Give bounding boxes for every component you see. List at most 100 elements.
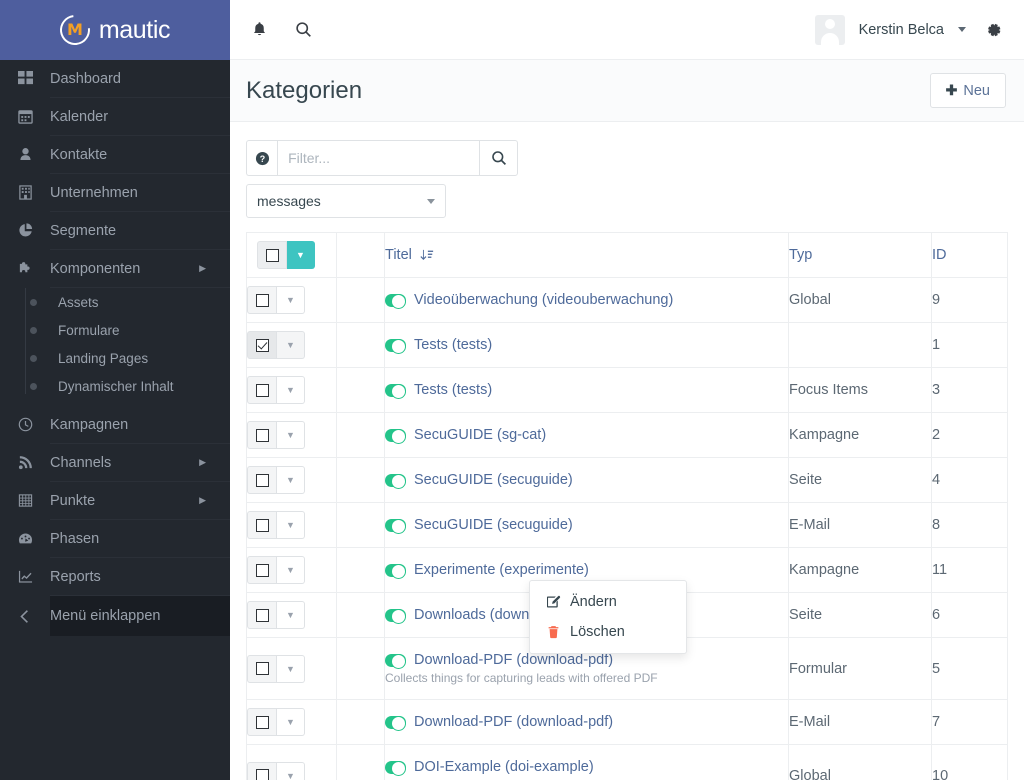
search-icon[interactable] [290,17,316,43]
publish-toggle[interactable] [385,428,406,444]
brand-logo-area[interactable]: M mautic [0,0,230,60]
sidebar-item-assets[interactable]: Assets [30,288,230,316]
new-button[interactable]: ✚ Neu [929,73,1006,108]
row-checkbox[interactable] [247,376,277,404]
search-submit-button[interactable] [479,140,518,176]
row-checkbox[interactable] [247,466,277,494]
category-title-link[interactable]: Videoüberwachung (videouberwachung) [414,292,673,308]
sidebar-item-phasen[interactable]: Phasen [18,520,230,558]
row-checkbox[interactable] [247,708,277,736]
row-checkbox[interactable] [247,421,277,449]
table-row[interactable]: ▼ SecuGUIDE (sg-cat) Kampagne 2 [246,412,1008,458]
bundle-select[interactable]: messages [246,184,446,218]
sidebar-item-kalender[interactable]: Kalender [17,98,230,136]
th-type[interactable]: Typ [788,232,932,278]
row-actions-caret-icon[interactable]: ▼ [277,556,305,584]
row-actions-caret-icon[interactable]: ▼ [277,466,305,494]
sidebar-item-formulare[interactable]: Formulare [30,316,230,344]
publish-toggle[interactable] [385,383,406,399]
sidebar-collapse-menu[interactable]: Menü einklappen [19,596,230,636]
publish-toggle[interactable] [385,715,406,731]
row-checkbox[interactable] [247,286,277,314]
row-checkbox[interactable] [247,761,277,780]
publish-toggle[interactable] [385,608,406,624]
gear-icon[interactable] [980,17,1006,43]
category-title-link[interactable]: Download-PDF (download-pdf) [414,652,613,668]
category-title-link[interactable]: SecuGUIDE (sg-cat) [414,427,546,443]
row-type-cell: E-Mail [788,502,932,548]
select-all-checkbox[interactable] [257,241,287,269]
row-actions-caret-icon[interactable]: ▼ [277,511,305,539]
bell-icon[interactable] [246,17,272,43]
row-checkbox[interactable] [247,331,277,359]
row-checkbox[interactable] [247,601,277,629]
table-row[interactable]: ▼ SecuGUIDE (secuguide) Seite 4 [246,457,1008,503]
sidebar-item-dynamischer-inhalt[interactable]: Dynamischer Inhalt [30,372,230,400]
category-title-link[interactable]: Download-PDF (download-pdf) [414,714,613,730]
publish-toggle[interactable] [385,760,406,776]
th-id[interactable]: ID [931,232,1008,278]
search-input[interactable] [277,140,480,176]
sidebar-item-segmente[interactable]: Segmente [18,212,230,250]
row-actions-caret-icon[interactable]: ▼ [277,421,305,449]
user-name[interactable]: Kerstin Belca [859,22,944,38]
row-actions-caret-icon[interactable]: ▼ [277,761,305,780]
table-row[interactable]: ▼ Tests (tests) Focus Items 3 [246,367,1008,413]
row-checkbox[interactable] [247,654,277,683]
row-checkbox[interactable] [247,511,277,539]
row-actions-caret-icon[interactable]: ▼ [277,654,305,683]
category-title-link[interactable]: Tests (tests) [414,382,492,398]
sidebar-item-channels[interactable]: Channels ▶ [18,444,230,482]
sidebar-item-landing-pages[interactable]: Landing Pages [30,344,230,372]
row-id-cell: 10 [931,744,1008,780]
row-select-group: ▼ [247,466,305,494]
sidebar-item-kontakte[interactable]: Kontakte [19,136,230,174]
category-title-link[interactable]: DOI-Example (doi-example) [414,759,594,775]
sidebar-item-unternehmen[interactable]: Unternehmen [18,174,230,212]
table-row[interactable]: ▼ Tests (tests) 1 [246,322,1008,368]
table-row[interactable]: ▼ Download-PDF (download-pdf) E-Mail 7 [246,699,1008,745]
row-actions-caret-icon[interactable]: ▼ [277,376,305,404]
sidebar: M mautic Dashboard Kalender Kontakte Unt… [0,0,230,780]
publish-toggle[interactable] [385,518,406,534]
publish-toggle[interactable] [385,653,406,669]
category-title-link[interactable]: SecuGUIDE (secuguide) [414,472,573,488]
question-circle-icon[interactable]: ? [246,140,278,176]
sidebar-item-dashboard[interactable]: Dashboard [17,60,230,98]
publish-toggle[interactable] [385,338,406,354]
sidebar-item-kampagnen[interactable]: Kampagnen [18,406,230,444]
th-color [336,232,385,278]
category-title-link[interactable]: Experimente (experimente) [414,562,589,578]
menu-item-edit[interactable]: Ändern [530,587,686,617]
chevron-right-icon: ▶ [199,495,206,505]
row-color-cell [336,277,385,323]
category-title-link[interactable]: Tests (tests) [414,337,492,353]
publish-toggle[interactable] [385,473,406,489]
chevron-down-icon[interactable] [958,27,966,32]
row-actions-caret-icon[interactable]: ▼ [277,331,305,359]
table-row[interactable]: ▼ SecuGUIDE (secuguide) E-Mail 8 [246,502,1008,548]
row-checkbox[interactable] [247,556,277,584]
sidebar-collapse-label: Menü einklappen [50,608,161,624]
publish-toggle[interactable] [385,563,406,579]
sidebar-subgroup-komponenten: Assets Formulare Landing Pages Dynamisch… [0,288,230,400]
row-actions-caret-icon[interactable]: ▼ [277,286,305,314]
sidebar-item-komponenten[interactable]: Komponenten ▶ [19,250,230,288]
avatar[interactable] [814,14,845,45]
publish-toggle[interactable] [385,293,406,309]
bullet-dot-icon [30,298,37,306]
sidebar-item-reports[interactable]: Reports [18,558,230,596]
sidebar-item-punkte[interactable]: Punkte ▶ [18,482,230,520]
row-actions-caret-icon[interactable]: ▼ [277,708,305,736]
table-row[interactable]: ▼ DOI-Example (doi-example)Alle Testfälle… [246,744,1008,780]
title-line: SecuGUIDE (sg-cat) [385,427,788,444]
category-title-link[interactable]: SecuGUIDE (secuguide) [414,517,573,533]
bulk-actions-caret-icon[interactable]: ▼ [287,241,315,269]
row-select-cell: ▼ [246,277,337,323]
row-actions-caret-icon[interactable]: ▼ [277,601,305,629]
th-title[interactable]: Titel [384,232,789,278]
row-id-cell: 4 [931,457,1008,503]
menu-item-delete[interactable]: Löschen [530,617,686,647]
table-row[interactable]: ▼ Videoüberwachung (videouberwachung) Glob… [246,277,1008,323]
title-line: Tests (tests) [385,337,788,354]
